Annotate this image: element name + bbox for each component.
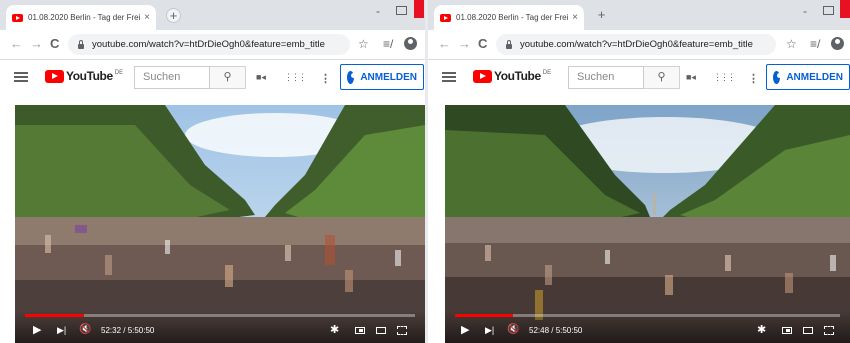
youtube-play-logo-icon — [473, 70, 492, 83]
browser-tab[interactable]: 01.08.2020 Berlin - Tag der Freih × — [6, 5, 156, 30]
address-bar[interactable]: youtube.com/watch?v=htDrDieOgh0&feature=… — [68, 34, 350, 55]
youtube-logo[interactable]: YouTube DE — [45, 70, 123, 83]
upload-video-icon[interactable]: ■◂ — [686, 72, 696, 83]
search-icon: ⚲ — [223, 71, 232, 83]
search-icon: ⚲ — [657, 71, 666, 83]
sign-in-button[interactable]: ANMELDEN — [340, 64, 424, 90]
browser-window-right: 01.08.2020 Berlin - Tag der Freih × + - … — [428, 0, 850, 343]
player-controls: ▶ ▶| 🔇 52:32 / 5:50:50 ✱ — [15, 311, 425, 343]
close-window-icon[interactable] — [414, 0, 424, 18]
more-options-icon[interactable]: ⋮ — [748, 72, 759, 85]
menu-hamburger-icon[interactable] — [14, 72, 28, 82]
progress-fill — [455, 314, 513, 317]
address-bar[interactable]: youtube.com/watch?v=htDrDieOgh0&feature=… — [496, 34, 776, 55]
back-arrow-icon[interactable]: ← — [438, 36, 451, 51]
miniplayer-icon[interactable] — [782, 327, 792, 334]
search-input[interactable]: Suchen — [568, 66, 644, 89]
mute-icon[interactable]: 🔇 — [507, 323, 519, 337]
tab-strip: 01.08.2020 Berlin - Tag der Freih × + - — [428, 0, 850, 30]
reload-icon[interactable]: C — [478, 36, 487, 51]
search-button[interactable]: ⚲ — [644, 66, 680, 89]
reading-list-icon[interactable]: ≡/ — [383, 37, 393, 51]
maximize-icon[interactable] — [823, 6, 834, 15]
youtube-header: YouTube DE Suchen ⚲ ■◂ ⋮⋮⋮ ⋮ ANMELDEN — [0, 60, 425, 94]
reading-list-icon[interactable]: ≡/ — [810, 37, 820, 51]
maximize-icon[interactable] — [396, 6, 407, 15]
progress-fill — [25, 314, 84, 317]
minimize-icon[interactable]: - — [803, 4, 807, 18]
next-icon[interactable]: ▶| — [57, 323, 66, 337]
settings-gear-icon[interactable]: ✱ — [330, 323, 339, 337]
fullscreen-icon[interactable] — [824, 326, 834, 335]
youtube-favicon-icon — [440, 13, 451, 22]
youtube-logo-text: YouTube — [66, 69, 113, 83]
url-text: youtube.com/watch?v=htDrDieOgh0&feature=… — [92, 39, 325, 50]
tab-title: 01.08.2020 Berlin - Tag der Freih — [456, 13, 569, 22]
youtube-header: YouTube DE Suchen ⚲ ■◂ ⋮⋮⋮ ⋮ ANMELDEN — [428, 60, 850, 94]
account-icon — [773, 70, 783, 84]
search-input[interactable]: Suchen — [134, 66, 210, 89]
apps-grid-icon[interactable]: ⋮⋮⋮ — [284, 72, 307, 83]
apps-grid-icon[interactable]: ⋮⋮⋮ — [713, 72, 736, 83]
tab-title: 01.08.2020 Berlin - Tag der Freih — [28, 13, 141, 22]
theater-mode-icon[interactable] — [376, 327, 386, 334]
play-icon[interactable]: ▶ — [33, 323, 41, 337]
menu-hamburger-icon[interactable] — [442, 72, 456, 82]
time-display: 52:48 / 5:50:50 — [529, 326, 583, 335]
mute-icon[interactable]: 🔇 — [79, 323, 91, 337]
video-frame-crowd-scene — [445, 105, 850, 343]
miniplayer-icon[interactable] — [355, 327, 365, 334]
account-icon — [347, 70, 357, 84]
sign-in-label: ANMELDEN — [786, 71, 843, 83]
lock-icon — [506, 39, 512, 49]
player-controls: ▶ ▶| 🔇 52:48 / 5:50:50 ✱ — [445, 311, 850, 343]
youtube-logo-text: YouTube — [494, 69, 541, 83]
country-code: DE — [542, 70, 552, 76]
country-code: DE — [114, 70, 124, 76]
sign-in-label: ANMELDEN — [360, 71, 417, 83]
upload-video-icon[interactable]: ■◂ — [256, 72, 266, 83]
tab-close-icon[interactable]: × — [144, 12, 150, 23]
time-display: 52:32 / 5:50:50 — [101, 326, 155, 335]
profile-icon[interactable] — [404, 37, 417, 50]
youtube-play-logo-icon — [45, 70, 64, 83]
theater-mode-icon[interactable] — [803, 327, 813, 334]
next-icon[interactable]: ▶| — [485, 323, 494, 337]
tab-close-icon[interactable]: × — [572, 12, 578, 23]
progress-bar[interactable] — [455, 314, 840, 317]
forward-arrow-icon[interactable]: → — [30, 36, 43, 51]
browser-window-left: 01.08.2020 Berlin - Tag der Freih × + - … — [0, 0, 425, 343]
search-button[interactable]: ⚲ — [210, 66, 246, 89]
close-window-icon[interactable] — [840, 0, 850, 18]
minimize-icon[interactable]: - — [376, 4, 380, 18]
progress-bar[interactable] — [25, 314, 415, 317]
address-toolbar: ← → C youtube.com/watch?v=htDrDieOgh0&fe… — [0, 30, 425, 60]
new-tab-button[interactable]: + — [594, 8, 609, 23]
address-toolbar: ← → C youtube.com/watch?v=htDrDieOgh0&fe… — [428, 30, 850, 60]
url-text: youtube.com/watch?v=htDrDieOgh0&feature=… — [520, 39, 753, 50]
video-frame-crowd-scene — [15, 105, 425, 343]
lock-icon — [78, 39, 84, 49]
forward-arrow-icon[interactable]: → — [458, 36, 471, 51]
play-icon[interactable]: ▶ — [461, 323, 469, 337]
settings-gear-icon[interactable]: ✱ — [757, 323, 766, 337]
video-player[interactable]: ▶ ▶| 🔇 52:48 / 5:50:50 ✱ — [445, 105, 850, 343]
profile-icon[interactable] — [831, 37, 844, 50]
fullscreen-icon[interactable] — [397, 326, 407, 335]
tab-strip: 01.08.2020 Berlin - Tag der Freih × + - — [0, 0, 425, 30]
video-player[interactable]: ▶ ▶| 🔇 52:32 / 5:50:50 ✱ — [15, 105, 425, 343]
youtube-favicon-icon — [12, 13, 23, 22]
sign-in-button[interactable]: ANMELDEN — [766, 64, 850, 90]
reload-icon[interactable]: C — [50, 36, 59, 51]
more-options-icon[interactable]: ⋮ — [320, 72, 331, 85]
youtube-logo[interactable]: YouTube DE — [473, 70, 551, 83]
browser-tab[interactable]: 01.08.2020 Berlin - Tag der Freih × — [434, 5, 584, 30]
new-tab-button[interactable]: + — [166, 8, 181, 23]
bookmark-star-icon[interactable]: ☆ — [358, 37, 369, 51]
back-arrow-icon[interactable]: ← — [10, 36, 23, 51]
bookmark-star-icon[interactable]: ☆ — [786, 37, 797, 51]
